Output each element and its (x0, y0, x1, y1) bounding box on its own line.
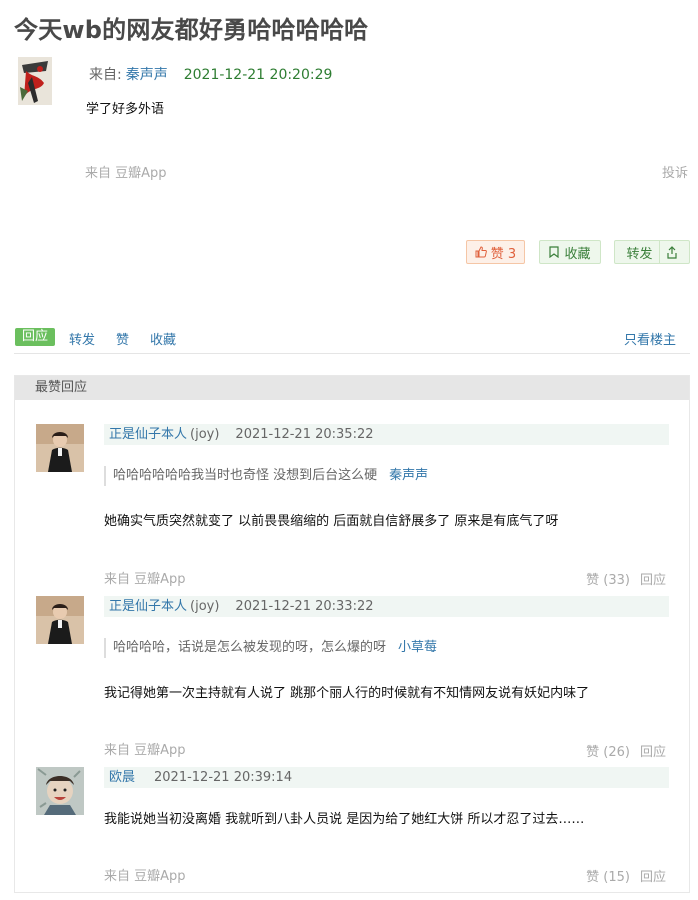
share-icon[interactable] (666, 245, 678, 259)
commenter-tag: (joy) (190, 599, 220, 614)
quote-text: 哈哈哈哈哈哈我当时也奇怪 没想到后台这么硬 (113, 468, 378, 483)
comment-text: 我能说她当初没离婚 我就听到八卦人员说 是因为给了她红大饼 所以才忍了过去…… (104, 812, 585, 827)
share-divider (658, 240, 660, 264)
comment-actions: 赞 (33) 回应 (586, 569, 666, 588)
tab-collect[interactable]: 收藏 (150, 329, 176, 348)
quote-text: 哈哈哈哈，话说是怎么被发现的呀，怎么爆的呀 (113, 640, 387, 655)
quoted-reply: 哈哈哈哈哈哈我当时也奇怪 没想到后台这么硬 秦声声 (104, 466, 428, 486)
comment-actions: 赞 (26) 回应 (586, 741, 666, 760)
comment-text: 她确实气质突然就变了 以前畏畏缩缩的 后面就自信舒展多了 原来是有底气了呀 (104, 514, 559, 529)
author-link[interactable]: 秦声声 (126, 67, 168, 83)
tab-like[interactable]: 赞 (116, 329, 129, 348)
comment-text: 我记得她第一次主持就有人说了 跳那个丽人行的时候就有不知情网友说有妖妃内味了 (104, 686, 590, 701)
bookmark-icon (549, 246, 560, 258)
collect-label: 收藏 (564, 246, 591, 262)
comment-source: 来自 豆瓣App (104, 572, 186, 587)
comment-source: 来自 豆瓣App (104, 743, 186, 758)
top-comments-panel: 最赞回应 正是仙子本人 (joy) 2021-12-21 20:35:22 哈哈哈哈… (14, 375, 690, 893)
from-label: 来自: (89, 67, 122, 83)
only-op-link[interactable]: 只看楼主 (624, 329, 676, 348)
post-meta: 来自: 秦声声 2021-12-21 20:20:29 (89, 64, 332, 84)
comment-header: 欧晨 2021-12-21 20:39:14 (104, 767, 669, 788)
comment-like-button[interactable]: 赞 (15) (586, 870, 630, 885)
post-body: 学了好多外语 (86, 102, 165, 117)
comment-time: 2021-12-21 20:39:14 (154, 770, 293, 785)
comment-reply-button[interactable]: 回应 (640, 870, 666, 885)
thumbs-up-icon (475, 246, 487, 258)
commenter-name[interactable]: 正是仙子本人 (109, 427, 187, 442)
avatar[interactable] (36, 767, 84, 815)
commenter-tag: (joy) (190, 427, 220, 442)
comment-reply-button[interactable]: 回应 (640, 745, 666, 760)
comment-time: 2021-12-21 20:35:22 (235, 427, 374, 442)
avatar[interactable] (36, 424, 84, 472)
comment-like-button[interactable]: 赞 (33) (586, 573, 630, 588)
comment-source: 来自 豆瓣App (104, 869, 186, 884)
avatar[interactable] (36, 596, 84, 644)
quote-author[interactable]: 小草莓 (398, 640, 437, 655)
quoted-reply: 哈哈哈哈，话说是怎么被发现的呀，怎么爆的呀 小草莓 (104, 638, 437, 658)
comment-header: 正是仙子本人 (joy) 2021-12-21 20:35:22 (104, 424, 669, 445)
post-source: 来自 豆瓣App (85, 166, 167, 181)
commenter-name[interactable]: 正是仙子本人 (109, 599, 187, 614)
comment-actions: 赞 (15) 回应 (586, 866, 666, 885)
tab-reply[interactable]: 回应 (15, 328, 56, 346)
tab-repost[interactable]: 转发 (69, 329, 95, 348)
comment-reply-button[interactable]: 回应 (640, 573, 666, 588)
comment-time: 2021-12-21 20:33:22 (235, 599, 374, 614)
post-time: 2021-12-21 20:20:29 (183, 67, 333, 83)
post-title: 今天wb的网友都好勇哈哈哈哈哈 (14, 16, 369, 44)
quote-author[interactable]: 秦声声 (389, 468, 428, 483)
comment-header: 正是仙子本人 (joy) 2021-12-21 20:33:22 (104, 596, 669, 617)
report-link[interactable]: 投诉 (662, 162, 688, 181)
panel-heading: 最赞回应 (15, 376, 689, 400)
like-label: 赞 3 (490, 246, 517, 262)
reply-tabs: 回应 转发 赞 收藏 只看楼主 (14, 328, 690, 354)
like-button[interactable]: 赞 3 (466, 240, 525, 264)
collect-button[interactable]: 收藏 (539, 240, 601, 264)
repost-label[interactable]: 转发 (626, 243, 652, 262)
commenter-name[interactable]: 欧晨 (109, 770, 135, 785)
share-button[interactable]: 转发 (614, 240, 690, 264)
comment-like-button[interactable]: 赞 (26) (586, 745, 630, 760)
author-avatar[interactable] (18, 57, 52, 105)
